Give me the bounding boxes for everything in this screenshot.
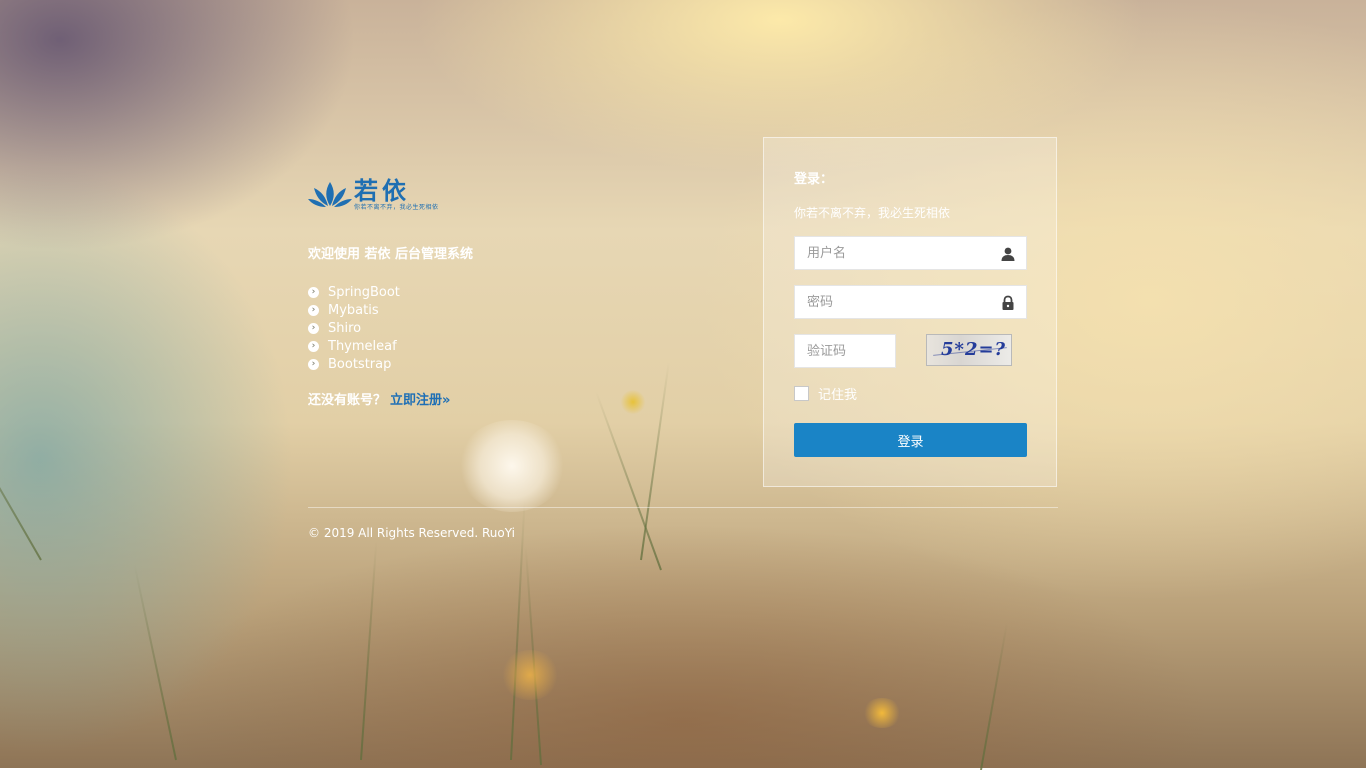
circle-arrow-right-icon: › bbox=[308, 358, 319, 370]
password-input[interactable] bbox=[795, 286, 1026, 318]
no-account-text: 还没有账号？ bbox=[308, 393, 387, 408]
tech-label: Shiro bbox=[328, 320, 362, 336]
logo-tagline: 你若不离不弃，我必生死相依 bbox=[354, 204, 439, 211]
tech-label: Mybatis bbox=[328, 302, 379, 318]
logo: 若依 你若不离不弃，我必生死相依 bbox=[308, 175, 728, 215]
intro-panel: 若依 你若不离不弃，我必生死相依 欢迎使用 若依 后台管理系统 › SpringB… bbox=[308, 175, 728, 410]
register-prompt: 还没有账号？ 立即注册» bbox=[308, 392, 728, 410]
lotus-logo-icon bbox=[308, 182, 352, 207]
captcha-image[interactable]: 5*2=? bbox=[926, 334, 1012, 366]
yellow-flower bbox=[862, 698, 902, 728]
remember-me-label: 记住我 bbox=[818, 388, 858, 403]
tech-item: › Bootstrap bbox=[308, 355, 728, 373]
grass-stem bbox=[133, 564, 177, 761]
tech-item: › SpringBoot bbox=[308, 283, 728, 301]
copyright-text: © 2019 All Rights Reserved. RuoYi bbox=[308, 526, 515, 540]
circle-arrow-right-icon: › bbox=[308, 340, 319, 352]
username-input[interactable] bbox=[795, 237, 1026, 269]
login-form: 登录： 你若不离不弃，我必生死相依 5*2=? 记住我 登录 bbox=[763, 137, 1057, 487]
circle-arrow-right-icon: › bbox=[308, 286, 319, 298]
tech-item: › Shiro bbox=[308, 319, 728, 337]
tech-list: › SpringBoot › Mybatis › Shiro › Thymeleaf ›… bbox=[308, 283, 728, 373]
grass-stem bbox=[980, 622, 1009, 770]
grass-stem bbox=[360, 540, 378, 761]
circle-arrow-right-icon: › bbox=[308, 322, 319, 334]
welcome-heading: 欢迎使用 若依 后台管理系统 bbox=[308, 247, 474, 262]
login-button[interactable]: 登录 bbox=[794, 423, 1027, 457]
tech-label: Thymeleaf bbox=[328, 338, 397, 354]
captcha-input[interactable] bbox=[795, 335, 895, 367]
user-icon bbox=[1001, 247, 1015, 261]
circle-arrow-right-icon: › bbox=[308, 304, 319, 316]
captcha-field bbox=[794, 334, 896, 368]
logo-text: 若依 bbox=[354, 176, 410, 205]
remember-me[interactable]: 记住我 bbox=[794, 384, 857, 403]
username-field bbox=[794, 236, 1027, 270]
tech-label: SpringBoot bbox=[328, 284, 400, 300]
grass-stem bbox=[0, 334, 42, 561]
yellow-flower bbox=[500, 650, 560, 700]
tech-label: Bootstrap bbox=[328, 356, 392, 372]
login-title: 登录： bbox=[794, 172, 834, 187]
tech-item: › Thymeleaf bbox=[308, 337, 728, 355]
tech-item: › Mybatis bbox=[308, 301, 728, 319]
captcha-text: 5*2=? bbox=[941, 339, 1007, 360]
remember-me-checkbox[interactable] bbox=[794, 386, 809, 401]
login-subtitle: 你若不离不弃，我必生死相依 bbox=[794, 206, 951, 220]
footer-divider bbox=[308, 507, 1058, 508]
dandelion bbox=[458, 420, 566, 512]
register-link[interactable]: 立即注册» bbox=[390, 393, 450, 408]
lock-icon bbox=[1002, 295, 1014, 310]
password-field bbox=[794, 285, 1027, 319]
